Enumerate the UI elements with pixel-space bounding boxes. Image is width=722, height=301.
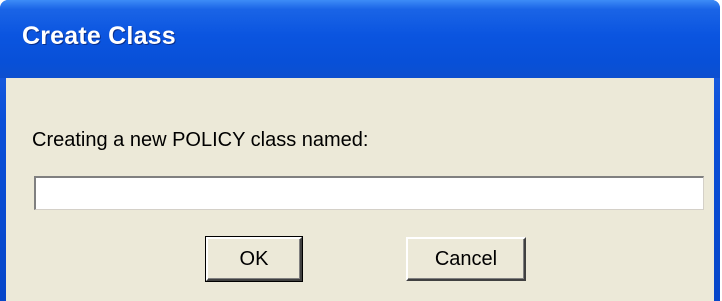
cancel-button[interactable]: Cancel [406,237,526,281]
title-bar[interactable]: Create Class [0,0,720,78]
class-name-input[interactable] [34,176,704,210]
dialog-body: Creating a new POLICY class named: OK Ca… [6,78,714,301]
dialog-title: Create Class [22,22,176,50]
prompt-label: Creating a new POLICY class named: [32,129,369,151]
ok-button[interactable]: OK [205,236,303,282]
create-class-dialog: Create Class Creating a new POLICY class… [0,0,720,301]
